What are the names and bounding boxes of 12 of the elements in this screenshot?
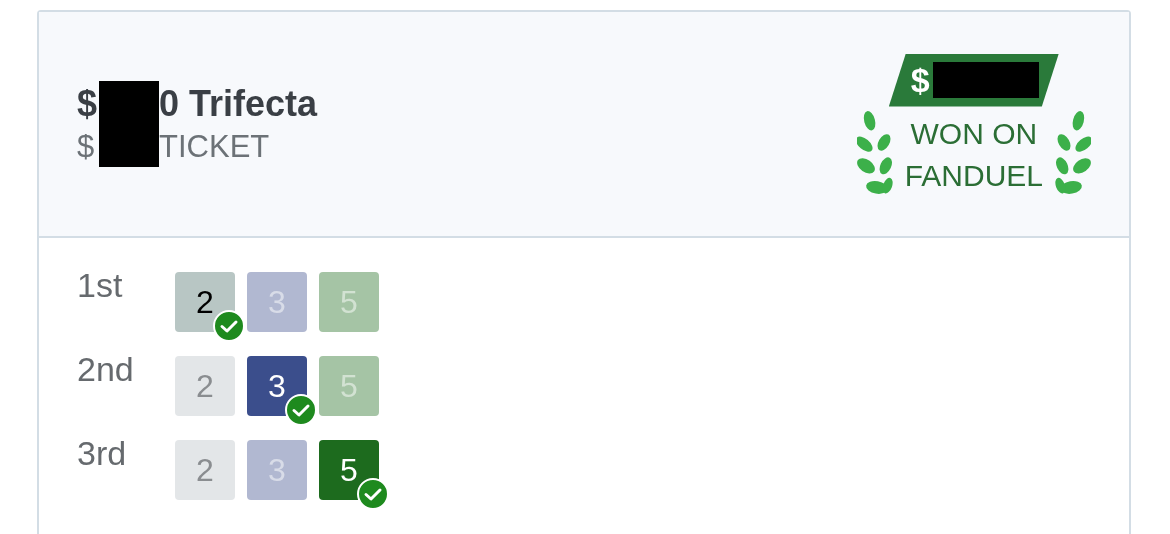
leg-label: 1st bbox=[77, 265, 124, 306]
ticket-title: 0 Trifecta bbox=[159, 83, 318, 125]
won-text: FANDUEL bbox=[904, 157, 1043, 194]
amount-text: $ bbox=[910, 60, 930, 100]
ticket-title: $ bbox=[77, 83, 98, 125]
leg-label: 2nd bbox=[77, 349, 135, 390]
ticket-subtitle: TICKET bbox=[159, 129, 271, 165]
runner-number: 2 bbox=[175, 440, 235, 500]
won-text: WON ON bbox=[910, 115, 1038, 152]
ticket-subtitle: $ bbox=[77, 129, 96, 165]
runner-number: 2 bbox=[175, 356, 235, 416]
leg-label: 3rd bbox=[77, 433, 128, 474]
